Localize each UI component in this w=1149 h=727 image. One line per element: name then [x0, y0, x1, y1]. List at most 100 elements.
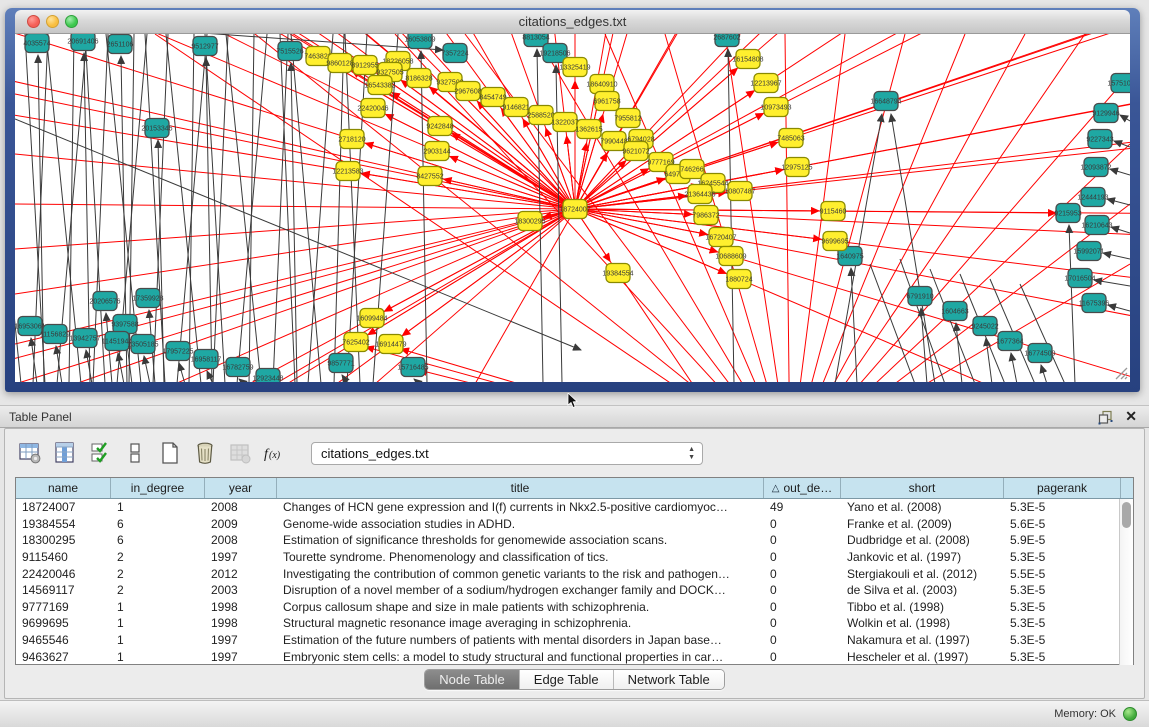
network-node[interactable]: 7625402 — [342, 333, 369, 352]
table-cell[interactable]: 0 — [764, 516, 841, 533]
table-cell[interactable]: 2009 — [205, 516, 277, 533]
table-row[interactable]: 2242004622012Investigating the contribut… — [16, 565, 1133, 582]
table-cell[interactable]: 14569117 — [16, 582, 111, 599]
network-node[interactable]: 10688609 — [715, 247, 746, 266]
table-cell[interactable]: Estimation of the future numbers of pati… — [277, 632, 764, 649]
network-node[interactable]: 6961758 — [593, 92, 620, 111]
table-cell[interactable]: Tourette syndrome. Phenomenology and cla… — [277, 549, 764, 566]
network-node[interactable]: 13325419 — [559, 58, 590, 77]
close-panel-icon[interactable]: ✕ — [1125, 408, 1137, 425]
network-node[interactable]: 20206576 — [89, 292, 120, 311]
table-cell[interactable]: 0 — [764, 582, 841, 599]
network-node[interactable]: 18724007 — [559, 200, 590, 219]
network-node[interactable]: 12975125 — [781, 158, 812, 177]
network-node[interactable]: 7955812 — [614, 109, 641, 128]
network-node[interactable]: 19384554 — [602, 264, 633, 283]
network-node[interactable]: 6791910 — [906, 287, 933, 306]
network-node[interactable]: 12213583 — [332, 162, 363, 181]
table-cell[interactable]: 1998 — [205, 615, 277, 632]
network-node[interactable]: 9129946 — [1092, 104, 1119, 123]
table-cell[interactable]: 18300295 — [16, 532, 111, 549]
table-cell[interactable]: 1 — [111, 648, 205, 665]
network-node[interactable]: 8427552 — [416, 167, 443, 186]
table-cell[interactable]: 0 — [764, 599, 841, 616]
table-settings-icon[interactable] — [17, 440, 43, 466]
table-cell[interactable]: 6 — [111, 516, 205, 533]
table-cell[interactable]: 1 — [111, 599, 205, 616]
table-row[interactable]: 946362711997Embryonic stem cells: a mode… — [16, 648, 1133, 665]
table-cell[interactable]: 2003 — [205, 582, 277, 599]
network-node[interactable]: 22420046 — [357, 99, 388, 118]
network-node[interactable]: 8912955 — [351, 56, 378, 75]
table-cell[interactable]: Jankovic et al. (1997) — [841, 549, 1004, 566]
network-node[interactable]: 9215953 — [1054, 204, 1081, 223]
column-header-short[interactable]: short — [841, 478, 1004, 498]
table-cell[interactable]: Nakamura et al. (1997) — [841, 632, 1004, 649]
network-window-titlebar[interactable]: citations_edges.txt — [15, 10, 1130, 34]
table-cell[interactable]: 0 — [764, 648, 841, 665]
table-cell[interactable]: 5.5E-5 — [1004, 565, 1121, 582]
column-visibility-icon[interactable] — [52, 440, 78, 466]
table-cell[interactable]: 2008 — [205, 499, 277, 516]
table-cell[interactable]: Franke et al. (2009) — [841, 516, 1004, 533]
table-cell[interactable]: 0 — [764, 565, 841, 582]
table-cell[interactable]: 0 — [764, 549, 841, 566]
network-node[interactable]: 2718120 — [338, 130, 365, 149]
network-node[interactable]: 9860128 — [326, 54, 353, 73]
table-cell[interactable]: 19384554 — [16, 516, 111, 533]
network-node[interactable]: 17359928 — [132, 289, 163, 308]
table-cell[interactable]: Changes of HCN gene expression and I(f) … — [277, 499, 764, 516]
table-cell[interactable]: 0 — [764, 632, 841, 649]
table-cell[interactable]: 1997 — [205, 549, 277, 566]
table-cell[interactable]: 1 — [111, 632, 205, 649]
network-node[interactable]: 18640910 — [586, 75, 617, 94]
table-cell[interactable]: Tibbo et al. (1998) — [841, 599, 1004, 616]
tab-network-table[interactable]: Network Table — [614, 670, 724, 689]
table-cell[interactable]: Investigating the contribution of common… — [277, 565, 764, 582]
network-node[interactable]: 2651106 — [107, 35, 134, 54]
network-view-window[interactable]: citations_edges.txt 40355742069140626511… — [5, 8, 1140, 392]
table-cell[interactable]: 1997 — [205, 632, 277, 649]
network-node[interactable]: 12213967 — [750, 74, 781, 93]
table-cell[interactable]: 5.3E-5 — [1004, 582, 1121, 599]
network-node[interactable]: 9227343 — [1086, 130, 1113, 149]
network-node[interactable]: 1677364 — [996, 332, 1023, 351]
table-selector-dropdown[interactable]: citations_edges.txt ▲▼ — [311, 442, 703, 465]
table-row[interactable]: 969969511998Structural magnetic resonanc… — [16, 615, 1133, 632]
column-header-in_degree[interactable]: in_degree — [111, 478, 205, 498]
table-cell[interactable]: 2008 — [205, 532, 277, 549]
network-node[interactable]: 11156829 — [40, 325, 70, 344]
column-header-pagerank[interactable]: pagerank — [1004, 478, 1121, 498]
network-node[interactable]: 9115460 — [820, 202, 847, 221]
table-cell[interactable]: 9463627 — [16, 648, 111, 665]
table-row[interactable]: 977716911998Corpus callosum shape and si… — [16, 599, 1133, 616]
network-node[interactable]: 9242848 — [426, 117, 453, 136]
network-node[interactable]: 10973493 — [760, 98, 791, 117]
new-document-icon[interactable] — [157, 440, 183, 466]
table-cell[interactable]: Genome-wide association studies in ADHD. — [277, 516, 764, 533]
table-cell[interactable]: Estimation of significance thresholds fo… — [277, 532, 764, 549]
table-cell[interactable]: 2 — [111, 549, 205, 566]
network-node[interactable]: 12923448 — [252, 369, 283, 383]
network-node[interactable]: 9512977 — [191, 37, 218, 56]
network-node[interactable]: 15751074 — [1107, 74, 1130, 93]
network-node[interactable]: 9397588 — [111, 315, 138, 334]
table-cell[interactable]: Stergiakouli et al. (2012) — [841, 565, 1004, 582]
float-panel-icon[interactable] — [1098, 410, 1113, 425]
network-node[interactable]: 1604663 — [941, 302, 968, 321]
network-node[interactable]: 16210643 — [1081, 216, 1112, 235]
column-header-title[interactable]: title — [277, 478, 764, 498]
table-cell[interactable]: 9699695 — [16, 615, 111, 632]
table-cell[interactable]: de Silva et al. (2003) — [841, 582, 1004, 599]
network-node[interactable]: 12093872 — [1080, 158, 1111, 177]
table-row[interactable]: 946554611997Estimation of the future num… — [16, 632, 1133, 649]
network-node[interactable]: 2903144 — [423, 142, 450, 161]
table-cell[interactable]: Structural magnetic resonance image aver… — [277, 615, 764, 632]
table-cell[interactable]: 2 — [111, 582, 205, 599]
network-node[interactable]: 18300295 — [514, 212, 545, 231]
network-canvas[interactable]: 4035574206914062651106951297716053809735… — [15, 34, 1130, 382]
network-node[interactable]: 17957225 — [162, 342, 193, 361]
table-cell[interactable]: 9777169 — [16, 599, 111, 616]
network-node[interactable]: 16154808 — [732, 50, 763, 69]
table-row[interactable]: 911546021997Tourette syndrome. Phenomeno… — [16, 549, 1133, 566]
